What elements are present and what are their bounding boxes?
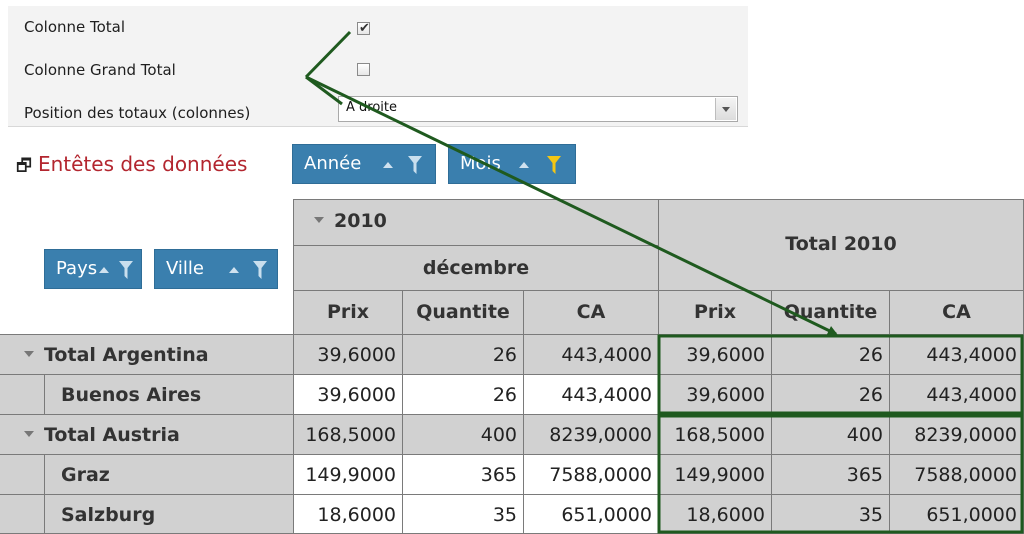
total-cell: 651,0000 <box>889 494 1024 534</box>
check-icon: ✔ <box>359 21 370 36</box>
table-cell: 168,5000 <box>293 414 403 455</box>
filter-icon[interactable] <box>119 261 133 279</box>
month-header: décembre <box>293 245 659 291</box>
filter-icon[interactable] <box>253 261 267 279</box>
total-cell: 8239,0000 <box>889 414 1024 455</box>
table-cell: 443,4000 <box>523 374 659 415</box>
row-header-total-austria[interactable]: Total Austria <box>0 414 294 455</box>
total-cell: 7588,0000 <box>889 454 1024 495</box>
row-field-pays[interactable]: Pays <box>44 249 142 289</box>
sort-asc-icon[interactable] <box>229 267 239 273</box>
table-cell: 365 <box>402 454 524 495</box>
colonne-grand-total-label: Colonne Grand Total <box>24 61 176 79</box>
column-field-annee[interactable]: Année <box>292 144 436 184</box>
windows-icon: 🗗 <box>16 156 32 176</box>
position-totaux-value: A droite <box>346 100 397 115</box>
filter-icon-active[interactable] <box>547 156 561 174</box>
sort-asc-icon[interactable] <box>519 162 529 168</box>
data-headers-toggle[interactable]: 🗗 Entêtes des données <box>16 152 247 182</box>
year-header[interactable]: 2010 <box>293 199 659 245</box>
measure-header-prix: Prix <box>293 290 403 335</box>
colonne-grand-total-checkbox[interactable] <box>357 63 370 76</box>
colonne-total-label: Colonne Total <box>24 18 126 36</box>
total-cell: 35 <box>771 494 890 534</box>
table-cell: 18,6000 <box>293 494 403 534</box>
total-cell: 443,4000 <box>889 374 1024 415</box>
sort-asc-icon[interactable] <box>99 267 109 273</box>
total-cell: 168,5000 <box>658 414 772 455</box>
year-label: 2010 <box>334 210 387 232</box>
total-cell: 400 <box>771 414 890 455</box>
row-header-graz: Graz <box>44 454 294 495</box>
row-label: Total Argentina <box>44 344 209 366</box>
table-cell: 26 <box>402 334 524 375</box>
dropdown-button[interactable] <box>715 98 736 120</box>
position-totaux-label: Position des totaux (colonnes) <box>24 104 251 122</box>
chevron-down-icon[interactable] <box>24 430 34 437</box>
chevron-down-icon[interactable] <box>24 350 34 357</box>
row-indent <box>0 374 44 415</box>
row-header-buenos-aires: Buenos Aires <box>44 374 294 415</box>
chevron-down-icon <box>722 107 730 112</box>
field-label: Ville <box>166 258 204 279</box>
filter-icon[interactable] <box>408 156 422 174</box>
table-cell: 26 <box>402 374 524 415</box>
row-header-salzburg: Salzburg <box>44 494 294 534</box>
total-cell: 18,6000 <box>658 494 772 534</box>
month-label: décembre <box>422 257 530 279</box>
sort-asc-icon[interactable] <box>383 162 393 168</box>
table-cell: 443,4000 <box>523 334 659 375</box>
measure-header-ca: CA <box>523 290 659 335</box>
position-totaux-select[interactable]: A droite <box>338 96 738 122</box>
table-cell: 39,6000 <box>293 334 403 375</box>
total-year-label: Total 2010 <box>785 233 897 255</box>
row-header-total-argentina[interactable]: Total Argentina <box>0 334 294 375</box>
table-cell: 651,0000 <box>523 494 659 534</box>
total-cell: 149,9000 <box>658 454 772 495</box>
total-cell: 443,4000 <box>889 334 1024 375</box>
total-cell: 26 <box>771 334 890 375</box>
table-cell: 35 <box>402 494 524 534</box>
field-label: Mois <box>460 153 501 174</box>
table-cell: 149,9000 <box>293 454 403 495</box>
field-label: Pays <box>56 258 98 279</box>
table-cell: 8239,0000 <box>523 414 659 455</box>
total-cell: 39,6000 <box>658 374 772 415</box>
total-cell: 365 <box>771 454 890 495</box>
data-headers-label: Entêtes des données <box>37 152 248 176</box>
total-measure-header-quantite: Quantite <box>771 290 890 335</box>
colonne-total-checkbox[interactable]: ✔ <box>357 21 370 36</box>
total-year-header: Total 2010 <box>658 199 1024 291</box>
row-field-ville[interactable]: Ville <box>154 249 278 289</box>
measure-header-quantite: Quantite <box>402 290 524 335</box>
column-field-mois[interactable]: Mois <box>448 144 576 184</box>
row-label: Total Austria <box>44 424 180 446</box>
row-indent <box>0 494 44 534</box>
field-label: Année <box>304 153 362 174</box>
total-measure-header-prix: Prix <box>658 290 772 335</box>
total-cell: 39,6000 <box>658 334 772 375</box>
total-measure-header-ca: CA <box>889 290 1024 335</box>
table-cell: 7588,0000 <box>523 454 659 495</box>
chevron-down-icon[interactable] <box>314 216 324 223</box>
row-indent <box>0 454 44 495</box>
table-cell: 39,6000 <box>293 374 403 415</box>
table-cell: 400 <box>402 414 524 455</box>
total-cell: 26 <box>771 374 890 415</box>
